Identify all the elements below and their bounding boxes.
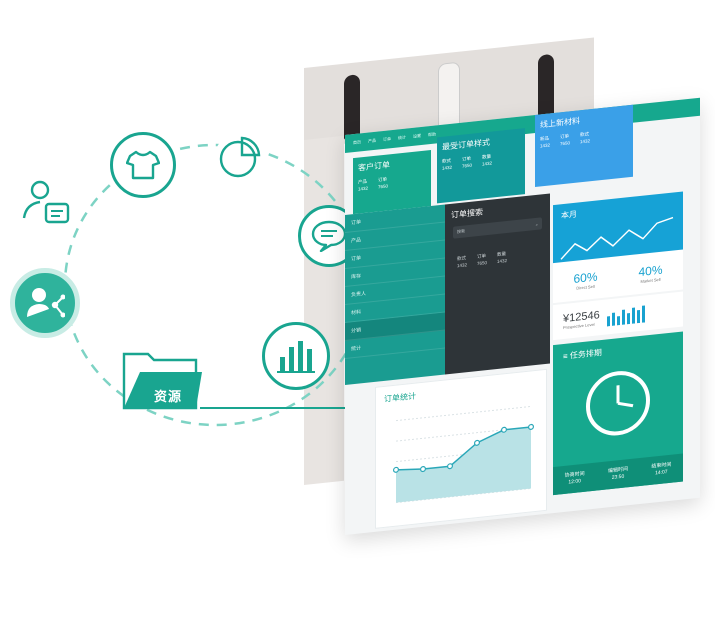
order-search-card: 订单搜索 搜索 ⌕ 款式 1432 订单 7650 数量 1432 [445,193,550,375]
user-message-icon[interactable] [20,178,74,232]
area-chart [393,405,535,504]
grid-line [396,405,531,422]
data-point [446,463,453,470]
folder-label: 资源 [153,389,182,404]
bar-chart-icon[interactable] [262,322,330,390]
nav-link[interactable]: 帮助 [428,131,436,138]
nav-link[interactable]: 订单 [383,136,391,143]
dashboard-mockup: 首页 产品 订单 统计 设置 帮助 客户订单 产品 1432 订单 7650 最受订… [345,97,700,536]
side-menu: 订单 产品 订单 库存 负责人 材料 分销 统计 [345,204,445,385]
nav-link[interactable]: 产品 [368,138,376,145]
schedule-times: 协商时间 12:00 编辑时间 23:50 结束时间 14:07 [553,453,683,496]
search-icon[interactable]: ⌕ [536,221,538,226]
data-point [500,426,507,433]
schedule-card: ≡ 任务排期 协商时间 12:00 编辑时间 23:50 结束时间 14:07 [553,331,683,496]
card-title: 最受订单样式 [442,137,490,152]
card-title: 客户订单 [358,160,390,173]
clock-icon [586,371,650,436]
mini-bar-chart [606,304,645,326]
area-series [396,426,531,503]
menu-icon[interactable]: ≡ [563,352,568,361]
pie-chart-icon[interactable] [215,132,265,182]
nav-link[interactable]: 设置 [413,133,421,140]
data-point [419,466,426,473]
popular-style-card: 最受订单样式 款式 1432 订单 7650 数量 1432 [437,128,525,204]
new-material-card: 线上新材料 新品 1432 订单 7650 款式 1432 [535,104,633,188]
share-user-icon[interactable] [10,268,80,338]
card-title: 任务排期 [569,347,602,361]
order-stats-card: 订单统计 [375,368,547,529]
tshirt-icon[interactable] [110,132,176,198]
nav-link[interactable]: 首页 [353,139,361,146]
data-point [393,466,400,473]
card-title: 线上新材料 [540,116,580,130]
data-point [528,423,535,430]
nav-link[interactable]: 统计 [398,135,406,142]
customer-order-card: 客户订单 产品 1432 订单 7650 [353,149,431,215]
data-point [473,439,480,446]
